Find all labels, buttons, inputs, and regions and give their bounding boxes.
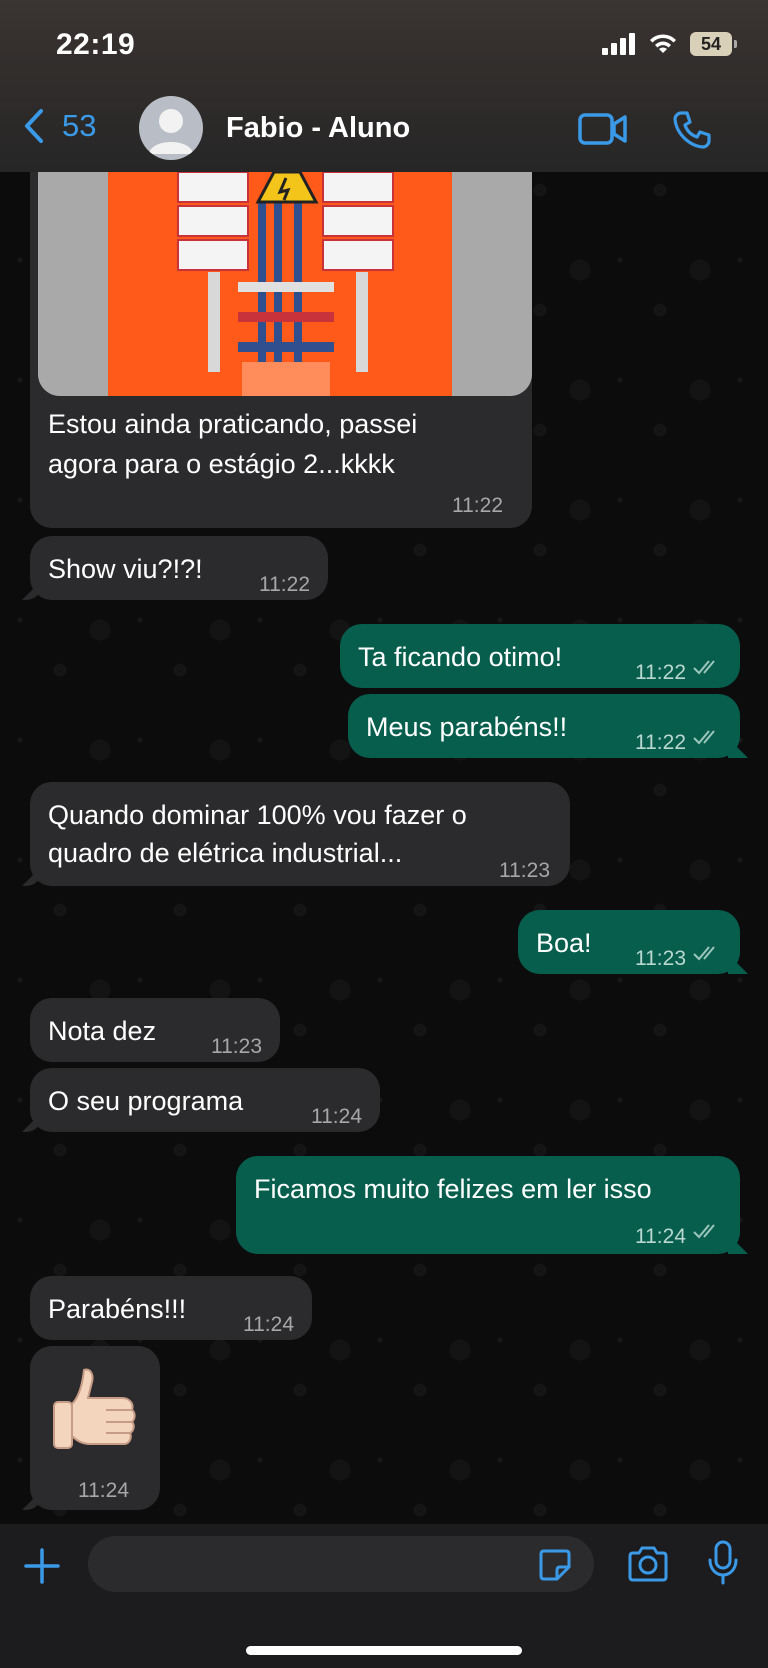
message-text-line: Quando dominar 100% vou fazer o [48,800,467,830]
microphone-icon [708,1540,738,1585]
panel-image [38,172,532,396]
message-bubble-outgoing[interactable]: Ficamos muito felizes em ler isso 11:24 [236,1156,740,1254]
message-bubble-incoming[interactable]: O seu programa 11:24 [30,1068,380,1132]
back-button[interactable]: 53 [22,108,96,144]
unread-count: 53 [62,108,97,143]
message-time: 11:22 [452,494,503,517]
sticker-button[interactable] [538,1548,572,1587]
message-text: Boa! [536,928,592,958]
message-text: O seu programa [48,1086,244,1116]
status-icons: 54 [602,32,737,56]
double-check-icon [693,730,715,745]
camera-icon [628,1546,668,1582]
double-check-icon [693,660,715,675]
message-time: 11:24 [243,1313,294,1336]
microphone-button[interactable] [706,1540,740,1591]
wifi-icon [650,34,676,53]
battery-level: 54 [700,33,722,54]
message-input[interactable] [88,1536,594,1592]
voice-call-button[interactable] [672,110,712,155]
contact-avatar[interactable] [139,96,203,160]
message-text: Meus parabéns!! [366,712,568,742]
battery-indicator: 54 [690,32,737,56]
thumbs-up-icon [53,1368,136,1449]
message-text: Ta ficando otimo! [358,642,563,672]
video-camera-icon [578,113,627,145]
double-check-icon [693,1224,715,1239]
message-time: 11:23 [635,947,686,970]
home-indicator [246,1646,522,1655]
chevron-left-icon [25,109,43,143]
message-text: Estou ainda praticando, passei agora par… [48,409,418,479]
message-time: 11:24 [78,1479,129,1502]
person-icon [149,109,193,154]
message-time: 11:22 [635,731,686,754]
message-time: 11:22 [259,573,310,596]
message-text: Nota dez [48,1016,157,1046]
message-bubble-incoming[interactable]: Nota dez 11:23 [30,998,280,1062]
double-check-icon [693,946,715,961]
video-call-button[interactable] [578,112,628,151]
attach-button[interactable] [22,1546,62,1591]
sticker-icon [539,1549,571,1581]
message-time: 11:22 [635,661,686,684]
message-text: Parabéns!!! [48,1294,187,1324]
message-text: Show viu?!?! [48,554,203,584]
message-bubble-incoming[interactable]: 11:24 [30,1346,160,1510]
phone-icon [673,111,711,149]
plus-icon [24,1548,60,1584]
message-time: 11:23 [211,1035,262,1058]
electrical-panel-photo[interactable] [38,172,532,396]
contact-name[interactable]: Fabio - Aluno [226,112,410,145]
message-bubble-incoming[interactable]: Parabéns!!! 11:24 [30,1276,312,1340]
chat-header: 22:19 54 53 Fabio - Aluno [0,0,768,172]
camera-button[interactable] [626,1544,670,1589]
message-bubble-outgoing[interactable]: Boa! 11:23 [518,910,740,974]
message-bubble-outgoing[interactable]: Ta ficando otimo! 11:22 [340,624,740,688]
status-time: 22:19 [56,28,136,61]
message-bubble-incoming[interactable]: Quando dominar 100% vou fazer o quadro d… [30,782,570,886]
message-time: 11:24 [635,1225,686,1248]
message-bubble-incoming[interactable]: Show viu?!?! 11:22 [30,536,328,600]
signal-icon [602,33,635,55]
message-time: 11:24 [311,1105,362,1128]
message-text: Ficamos muito felizes em ler isso [254,1174,652,1204]
message-text-line: quadro de elétrica industrial... [48,838,403,868]
message-bubble-outgoing[interactable]: Meus parabéns!! 11:22 [348,694,740,758]
message-time: 11:23 [499,859,550,882]
